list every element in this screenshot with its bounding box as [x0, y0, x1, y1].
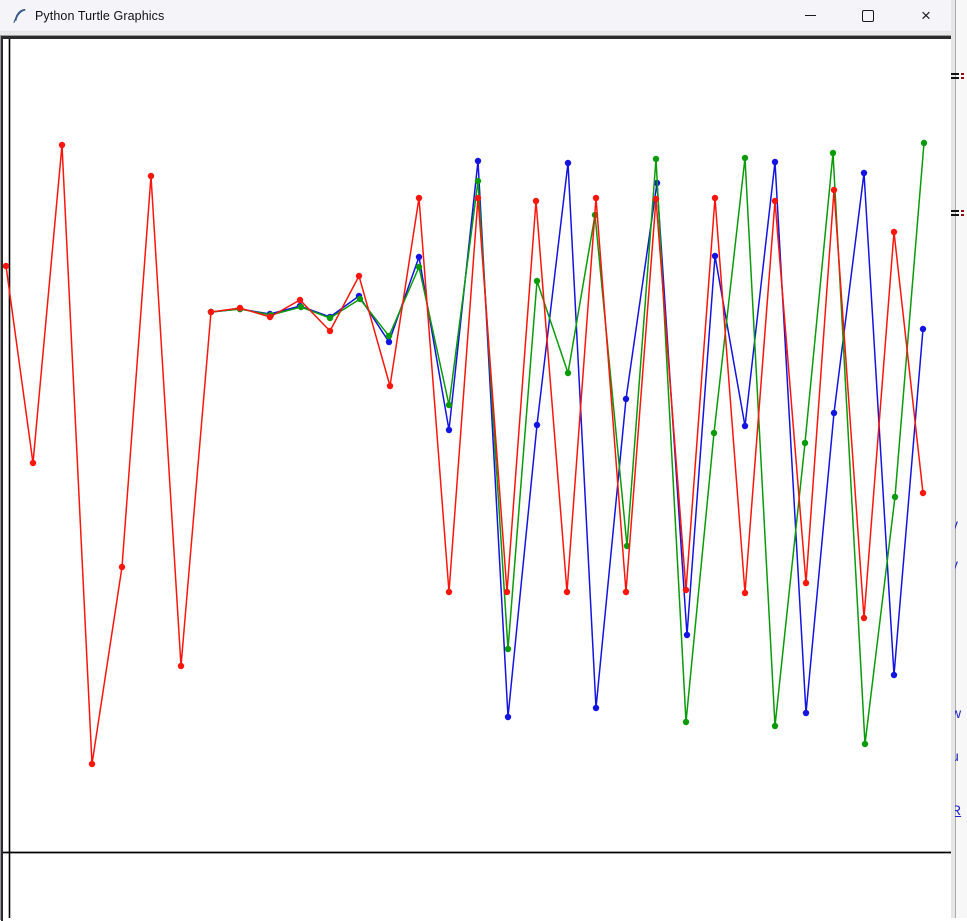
- series-red-dot: [416, 195, 422, 201]
- series-green-dot: [416, 264, 422, 270]
- series-blue-dot: [742, 423, 748, 429]
- series-blue-dot: [772, 159, 778, 165]
- series-blue-dot: [684, 632, 690, 638]
- series-green-dot: [921, 140, 927, 146]
- series-green-dot: [802, 440, 808, 446]
- series-red-dot: [772, 198, 778, 204]
- occluded-window-sliver: v y w u R: [951, 0, 967, 918]
- series-green-dot: [892, 494, 898, 500]
- series-red-dot: [475, 195, 481, 201]
- series-red-dot: [119, 564, 125, 570]
- series-blue-dot: [505, 714, 511, 720]
- series-green-dot: [683, 719, 689, 725]
- series-green-dot: [386, 333, 392, 339]
- series-green-dot: [830, 150, 836, 156]
- series-blue-dot: [416, 254, 422, 260]
- series-green-dot: [534, 278, 540, 284]
- clipped-text-fragment: y: [955, 556, 967, 574]
- series-red-dot: [742, 590, 748, 596]
- maximize-button[interactable]: [845, 0, 891, 31]
- series-blue-dot: [565, 160, 571, 166]
- minimize-icon: [805, 15, 816, 17]
- series-red-dot: [593, 195, 599, 201]
- series-blue-dot: [593, 705, 599, 711]
- close-icon: ×: [921, 7, 931, 24]
- turtle-canvas[interactable]: [1, 36, 953, 921]
- series-blue-dot: [386, 339, 392, 345]
- series-blue-dot: [623, 396, 629, 402]
- series-green-dot: [357, 296, 363, 302]
- window-controls: ×: [787, 0, 950, 31]
- series-blue-dot: [891, 672, 897, 678]
- series-red-dot: [297, 297, 303, 303]
- series-blue-dot: [712, 253, 718, 259]
- series-blue-dot: [475, 158, 481, 164]
- series-green-dot: [446, 402, 452, 408]
- series-red-dot: [533, 198, 539, 204]
- series-red-dot: [446, 589, 452, 595]
- titlebar[interactable]: Python Turtle Graphics ×: [0, 0, 951, 32]
- series-red-dot: [683, 587, 689, 593]
- series-red-dot: [387, 383, 393, 389]
- series-red-dot: [237, 305, 243, 311]
- series-red-dot: [803, 580, 809, 586]
- close-button[interactable]: ×: [903, 0, 949, 31]
- series-blue-dot: [803, 710, 809, 716]
- series-blue-dot: [831, 410, 837, 416]
- series-red-dot: [891, 229, 897, 235]
- series-red-dot: [920, 490, 926, 496]
- maximize-icon: [862, 10, 874, 22]
- clipped-text-mark: [951, 73, 967, 83]
- window-title: Python Turtle Graphics: [35, 9, 164, 23]
- series-green-dot: [475, 178, 481, 184]
- series-red-dot: [504, 589, 510, 595]
- minimize-button[interactable]: [787, 0, 833, 31]
- series-green-dot: [505, 646, 511, 652]
- clipped-text-fragment: v: [955, 516, 967, 534]
- series-green-dot: [862, 741, 868, 747]
- series-green-dot: [742, 155, 748, 161]
- series-green-dot: [772, 723, 778, 729]
- series-green-dot: [711, 430, 717, 436]
- series-blue-dot: [920, 326, 926, 332]
- series-red-dot: [831, 187, 837, 193]
- series-green-dot: [327, 315, 333, 321]
- series-green-dot: [653, 156, 659, 162]
- series-red-dot: [327, 328, 333, 334]
- series-green-dot: [565, 370, 571, 376]
- series-red-dot: [267, 314, 273, 320]
- clipped-text-fragment: R: [955, 802, 967, 820]
- python-feather-icon: [11, 8, 27, 24]
- series-red-dot: [59, 142, 65, 148]
- series-red-dot: [861, 615, 867, 621]
- series-green-line: [211, 143, 924, 744]
- clipped-text-fragment: u: [955, 748, 967, 766]
- series-red-line: [6, 145, 923, 764]
- series-blue-dot: [861, 170, 867, 176]
- series-red-dot: [178, 663, 184, 669]
- series-red-dot: [653, 196, 659, 202]
- series-red-dot: [623, 589, 629, 595]
- clipped-text-mark: [951, 210, 967, 220]
- series-red-dot: [356, 273, 362, 279]
- chaos-plot: [3, 39, 951, 918]
- series-red-dot: [564, 589, 570, 595]
- turtle-graphics-window: Python Turtle Graphics ×: [0, 0, 951, 918]
- series-red-dot: [30, 460, 36, 466]
- series-red-dot: [148, 173, 154, 179]
- series-blue-dot: [446, 427, 452, 433]
- series-blue-dot: [534, 422, 540, 428]
- series-red-dot: [3, 263, 9, 269]
- series-green-dot: [298, 304, 304, 310]
- series-red-dot: [208, 309, 214, 315]
- series-red-dot: [712, 195, 718, 201]
- series-red-dot: [89, 761, 95, 767]
- clipped-text-fragment: w: [955, 705, 967, 723]
